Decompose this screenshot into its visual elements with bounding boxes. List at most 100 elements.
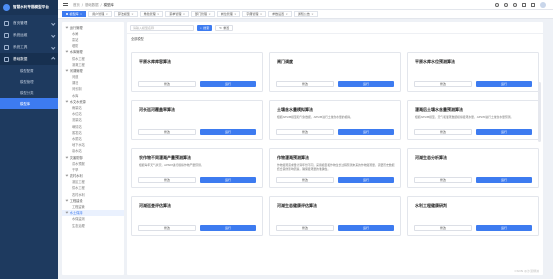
breadcrumb-current: 模型库 [103, 3, 114, 7]
tab-user-manage[interactable]: 用户管理 × [88, 11, 112, 17]
close-icon[interactable]: × [286, 13, 288, 16]
run-button[interactable]: 运行 [338, 129, 394, 135]
model-card: 河湖生态健康评估算法修改 运行 [269, 196, 401, 236]
sidebar-item-ops[interactable]: 系统运维 [0, 29, 58, 41]
tab-dept-manage[interactable]: 部门管理 × [191, 11, 215, 17]
run-button[interactable]: 运行 [200, 177, 256, 183]
model-card-title: 土壤含水量模拟算法 [277, 107, 313, 112]
breadcrumb-item[interactable]: 基础数据 [85, 2, 99, 7]
edit-button[interactable]: 修改 [414, 177, 472, 183]
edit-button[interactable]: 修改 [414, 81, 472, 87]
tags-view: 模型库 × 用户管理 × 算法模型 × 角色管理 × 菜单管理 × 部门管理 × 岗位管理 ×… [58, 10, 553, 19]
run-button[interactable]: 运行 [476, 129, 532, 135]
edit-button[interactable]: 修改 [138, 225, 196, 231]
run-button[interactable]: 运行 [200, 129, 256, 135]
tab-post-manage[interactable]: 岗位管理 × [216, 11, 241, 17]
close-icon[interactable]: × [131, 13, 133, 16]
sidebar-subitem-model-category[interactable]: 模型分类 [0, 87, 58, 98]
edit-button[interactable]: 修改 [276, 225, 334, 231]
tree-leaf[interactable]: 生态治理 [62, 222, 124, 228]
tab-label: 通知公告 [297, 12, 310, 16]
close-icon[interactable]: × [209, 13, 211, 16]
sidebar-item-home[interactable]: 首页管理 [0, 17, 58, 29]
edit-button[interactable]: 修改 [414, 129, 472, 135]
active-dot-icon [66, 13, 68, 15]
reset-button[interactable]: ↻ 重置 [215, 24, 234, 31]
tab-label: 算法模型 [117, 12, 130, 16]
tab-notice[interactable]: 通知公告 × [293, 11, 318, 17]
avatar[interactable] [540, 1, 546, 8]
edit-button[interactable]: 修改 [138, 177, 196, 183]
tab-role-manage[interactable]: 角色管理 × [139, 11, 164, 17]
edit-button[interactable]: 修改 [138, 129, 196, 135]
github-icon[interactable] [504, 2, 508, 7]
run-button[interactable]: 运行 [338, 81, 394, 87]
edit-button[interactable]: 修改 [276, 177, 334, 183]
tab-label: 参数设置 [272, 12, 285, 16]
model-card-desc: 根据APSIM模型，天气和灌溉数据模拟灌溉水量，APSIM进行土壤含水量预测。 [415, 114, 514, 119]
run-button[interactable]: 运行 [338, 177, 394, 183]
model-card-title: 平原水库水位预测算法 [415, 59, 455, 64]
menu-toggle-icon[interactable] [63, 2, 68, 7]
close-icon[interactable]: × [260, 13, 262, 16]
fullscreen-icon[interactable] [522, 2, 526, 7]
sidebar-item-label: 系统工具 [13, 44, 28, 49]
model-card-title: 平原水库库容算法 [139, 59, 171, 64]
run-button[interactable]: 运行 [476, 177, 532, 183]
tree-node-label: 墒情站 [72, 124, 82, 129]
edit-button[interactable]: 修改 [276, 81, 334, 87]
model-card-grid: 平原水库库容算法 修改 运行 闸门调度 修改 运行 平原水库水位预测算法 修改 运行 河长巡河覆盖… [131, 52, 539, 236]
search-icon[interactable] [495, 2, 499, 7]
model-card-actions: 修改 运行 [414, 81, 532, 87]
search-input[interactable]: 请输入模型名称 [130, 24, 194, 31]
tree-node-label: 灌区工程 [72, 180, 85, 185]
sidebar-subitem-model-config[interactable]: 模型配置 [0, 65, 58, 76]
close-icon[interactable]: × [183, 13, 185, 16]
search-button[interactable]: ⌕ 搜索 [197, 24, 213, 31]
run-button[interactable]: 运行 [338, 225, 394, 231]
sidebar-subitem-model-manage[interactable]: 模型管理 [0, 76, 58, 87]
font-size-icon[interactable] [531, 2, 535, 7]
close-icon[interactable]: × [311, 13, 313, 16]
close-icon[interactable]: × [106, 13, 108, 16]
model-card-title: 河湖巡查评估算法 [139, 203, 171, 208]
topbar-tools [495, 1, 546, 8]
breadcrumb-item[interactable]: 首页 [73, 2, 80, 7]
model-card-title: 河湖生态健康评估算法 [277, 203, 317, 208]
chevron-down-icon [50, 45, 55, 49]
run-button[interactable]: 运行 [476, 225, 532, 231]
tab-dict-manage[interactable]: 字典管理 × [242, 11, 267, 17]
sidebar-item-tools[interactable]: 系统工具 [0, 41, 58, 53]
model-card-title: 河长巡河覆盖率算法 [139, 107, 175, 112]
close-icon[interactable]: × [157, 13, 159, 16]
close-icon[interactable]: × [234, 13, 236, 16]
help-icon[interactable] [513, 2, 517, 7]
tree-node-label: 灌溉工程 [72, 62, 85, 67]
sidebar: 智慧水利专题模型平台 首页管理 系统运维 系统工具 基础数据 模型配置 模型管理… [0, 0, 58, 279]
edit-button[interactable]: 修改 [414, 225, 472, 231]
sidebar-subitem-model-library[interactable]: 模型库 [0, 98, 58, 109]
tab-model-library[interactable]: 模型库 × [62, 11, 87, 17]
run-button[interactable]: 运行 [476, 81, 532, 87]
edit-button[interactable]: 修改 [276, 129, 334, 135]
database-icon [4, 56, 9, 62]
run-button[interactable]: 运行 [200, 81, 256, 87]
caret-down-icon [65, 99, 69, 103]
model-card: 水利工程健康研判 修改 运行 [407, 196, 539, 236]
model-card: 河湖生态分析算法 修改 运行 [407, 148, 539, 188]
app-root: 智慧水利专题模型平台 首页管理 系统运维 系统工具 基础数据 模型配置 模型管理… [0, 0, 553, 279]
tree-node-label: 水保监测 [72, 217, 85, 222]
model-card-actions: 修改 运行 [138, 177, 256, 183]
tab-algorithm-model[interactable]: 算法模型 × [113, 11, 138, 17]
tab-param-setting[interactable]: 参数设置 × [268, 11, 292, 17]
tree-node-label: 地下水站 [72, 143, 85, 148]
tree-node-label: 灾害防御 [69, 155, 83, 160]
tab-menu-manage[interactable]: 菜单管理 × [165, 11, 190, 17]
edit-button[interactable]: 修改 [138, 81, 196, 87]
run-button[interactable]: 运行 [200, 225, 256, 231]
sidebar-item-basedata[interactable]: 基础数据 [0, 53, 58, 65]
tree-node-label: 工程监管 [72, 205, 85, 210]
scrollbar[interactable] [538, 82, 541, 142]
close-icon[interactable]: × [80, 13, 82, 16]
model-card: 河长巡河覆盖率算法修改 运行 [131, 100, 263, 140]
